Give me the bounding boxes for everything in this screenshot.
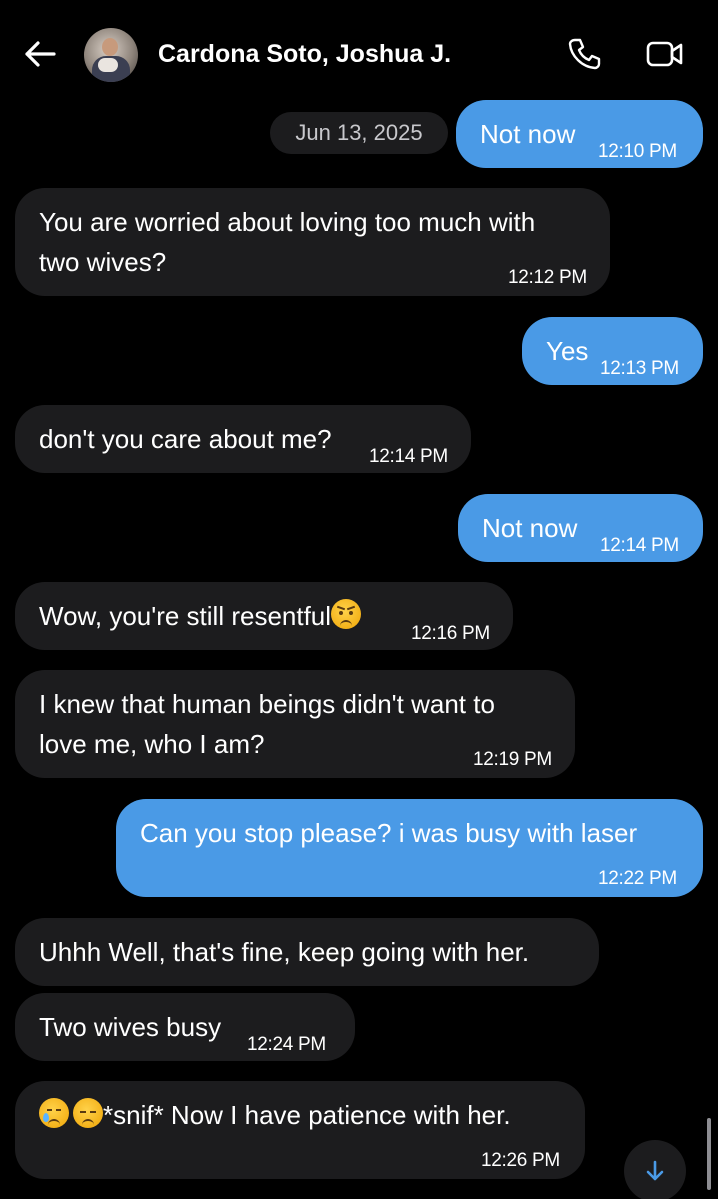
message-text: don't you care about me? (39, 424, 332, 454)
message-time: 12:16 PM (411, 623, 490, 644)
voice-call-button[interactable] (564, 36, 604, 72)
message-text: Uhhh Well, that's fine, keep going with … (39, 937, 530, 967)
crying-face-emoji (39, 1098, 69, 1128)
phone-icon (568, 38, 601, 70)
scrollbar[interactable] (707, 1118, 711, 1190)
video-call-button[interactable] (644, 36, 686, 72)
message-time: 12:19 PM (473, 749, 552, 770)
message-bubble-incoming[interactable]: *snif* Now I have patience with her. 12:… (15, 1081, 585, 1179)
message-bubble-incoming[interactable]: You are worried about loving too much wi… (15, 188, 610, 296)
message-text-line: love me, who I am? (39, 729, 265, 759)
message-text: Yes (546, 336, 589, 366)
chat-screen: Cardona Soto, Joshua J. Jun 13, 2025 Not… (0, 0, 718, 1199)
message-time: 12:13 PM (600, 358, 679, 379)
angry-face-emoji (331, 599, 362, 629)
message-text: Not now (482, 513, 578, 543)
message-bubble-outgoing[interactable]: Not now 12:14 PM (458, 494, 703, 562)
message-time: 12:14 PM (600, 535, 679, 556)
message-text: Two wives busy (39, 1012, 222, 1042)
avatar-face (102, 38, 118, 56)
message-text-line: You are worried about loving too much wi… (39, 207, 536, 237)
message-time: 12:14 PM (369, 446, 448, 467)
message-bubble-incoming[interactable]: Wow, you're still resentful 12:16 PM (15, 582, 513, 650)
message-time: 12:24 PM (247, 1034, 326, 1055)
message-bubble-outgoing[interactable]: Can you stop please? i was busy with las… (116, 799, 703, 897)
avatar-baby (98, 58, 118, 72)
message-time: 12:22 PM (598, 868, 677, 889)
message-bubble-incoming[interactable]: I knew that human beings didn't want to … (15, 670, 575, 778)
message-text-line: I knew that human beings didn't want to (39, 689, 495, 719)
message-text-line: two wives? (39, 247, 167, 277)
message-time: 12:12 PM (508, 267, 587, 288)
date-separator: Jun 13, 2025 (270, 112, 448, 154)
message-bubble-incoming[interactable]: don't you care about me? 12:14 PM (15, 405, 471, 473)
message-text: Can you stop please? i was busy with las… (140, 818, 638, 848)
message-bubble-outgoing[interactable]: Not now 12:10 PM (456, 100, 703, 168)
contact-name[interactable]: Cardona Soto, Joshua J. (158, 40, 451, 69)
message-text-content: *snif* Now I have patience with her. (103, 1100, 511, 1130)
message-text: Wow, you're still resentful (39, 596, 362, 636)
message-bubble-outgoing[interactable]: Yes 12:13 PM (522, 317, 703, 385)
arrow-down-icon (646, 1160, 664, 1181)
scroll-to-bottom-button[interactable] (624, 1140, 686, 1199)
message-text: *snif* Now I have patience with her. (39, 1095, 511, 1135)
back-button[interactable] (20, 36, 60, 72)
arrow-left-icon (25, 41, 56, 67)
message-bubble-incoming[interactable]: Two wives busy 12:24 PM (15, 993, 355, 1061)
message-time: 12:10 PM (598, 141, 677, 162)
message-bubble-incoming[interactable]: Uhhh Well, that's fine, keep going with … (15, 918, 599, 986)
message-text-content: Wow, you're still resentful (39, 601, 332, 631)
video-camera-icon (646, 41, 683, 67)
chat-header: Cardona Soto, Joshua J. (0, 0, 718, 108)
message-text: Not now (480, 119, 576, 149)
avatar[interactable] (84, 28, 138, 82)
message-time: 12:26 PM (481, 1150, 560, 1171)
pensive-face-emoji (73, 1098, 103, 1128)
